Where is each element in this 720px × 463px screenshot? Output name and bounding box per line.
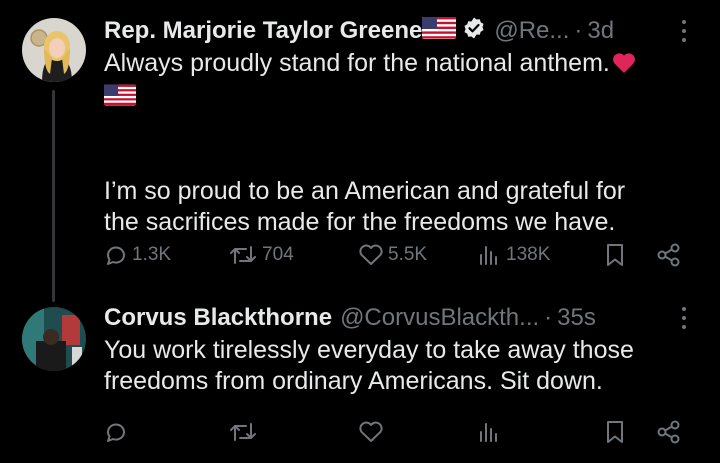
tweet-line: freedoms from ordinary Americans. Sit do…	[104, 367, 603, 395]
us-flag-icon	[422, 16, 457, 46]
share-icon	[656, 419, 682, 445]
repost-count: 704	[262, 244, 294, 265]
views-button[interactable]: 138K	[476, 238, 550, 272]
reply-icon	[104, 420, 128, 444]
bookmark-button[interactable]	[604, 415, 626, 449]
repost-icon	[228, 420, 258, 444]
heart-icon	[358, 420, 384, 444]
views-icon	[476, 420, 502, 444]
tweet-line: You work tirelessly everyday to take awa…	[104, 336, 634, 364]
handle[interactable]: @CorvusBlackth...	[340, 304, 539, 332]
display-name[interactable]: Corvus Blackthorne	[104, 304, 332, 332]
like-button[interactable]: 5.5K	[358, 238, 427, 272]
like-button[interactable]	[358, 415, 388, 449]
more-options-icon[interactable]	[680, 18, 688, 44]
share-button[interactable]	[656, 238, 682, 272]
tweet-2[interactable]: Corvus Blackthorne @CorvusBlackth... · 3…	[0, 295, 720, 463]
reply-button[interactable]: 1.3K	[104, 238, 171, 272]
reply-button[interactable]	[104, 415, 132, 449]
views-icon	[476, 243, 502, 267]
reply-count: 1.3K	[132, 244, 172, 265]
heart-icon	[358, 243, 384, 267]
tweet-header: Rep. Marjorie Taylor Greene @Re... · 3d	[104, 14, 696, 48]
display-name[interactable]: Rep. Marjorie Taylor Greene	[104, 17, 422, 45]
tweet-text: You work tirelessly everyday to take awa…	[104, 335, 696, 397]
tweet-text: Always proudly stand for the national an…	[104, 48, 696, 238]
handle[interactable]: @Re...	[494, 17, 569, 45]
repost-icon	[228, 243, 258, 267]
views-count: 138K	[506, 244, 551, 265]
thread-line	[52, 90, 55, 302]
share-icon	[656, 242, 682, 268]
repost-button[interactable]	[228, 415, 262, 449]
tweet-line: Always proudly stand for the national an…	[104, 49, 610, 77]
more-options-icon[interactable]	[680, 305, 688, 331]
verified-badge-icon[interactable]	[462, 16, 486, 47]
bookmark-icon	[604, 419, 626, 445]
tweet-content: Corvus Blackthorne @CorvusBlackth... · 3…	[104, 301, 696, 397]
like-count: 5.5K	[388, 244, 428, 265]
action-bar: 1.3K 704 5.5K 138K	[104, 238, 694, 272]
bookmark-button[interactable]	[604, 238, 626, 272]
tweet-1[interactable]: Rep. Marjorie Taylor Greene @Re... · 3d …	[0, 0, 720, 302]
timestamp[interactable]: 3d	[587, 17, 614, 45]
tweet-header: Corvus Blackthorne @CorvusBlackth... · 3…	[104, 301, 696, 335]
separator-dot: ·	[544, 304, 553, 331]
tweet-line: the sacrifices made for the freedoms we …	[104, 207, 616, 236]
reply-icon	[104, 243, 128, 267]
red-heart-icon	[612, 51, 636, 82]
avatar[interactable]	[22, 18, 86, 82]
bookmark-icon	[604, 242, 626, 268]
separator-dot: ·	[574, 17, 583, 44]
tweet-line: I’m so proud to be an American and grate…	[104, 176, 626, 205]
timestamp[interactable]: 35s	[557, 304, 596, 332]
us-flag-emoji-icon	[104, 83, 136, 114]
tweet-content: Rep. Marjorie Taylor Greene @Re... · 3d …	[104, 14, 696, 238]
action-bar	[104, 415, 694, 449]
views-button[interactable]	[476, 415, 506, 449]
avatar[interactable]	[22, 307, 86, 371]
share-button[interactable]	[656, 415, 682, 449]
repost-button[interactable]: 704	[228, 238, 294, 272]
